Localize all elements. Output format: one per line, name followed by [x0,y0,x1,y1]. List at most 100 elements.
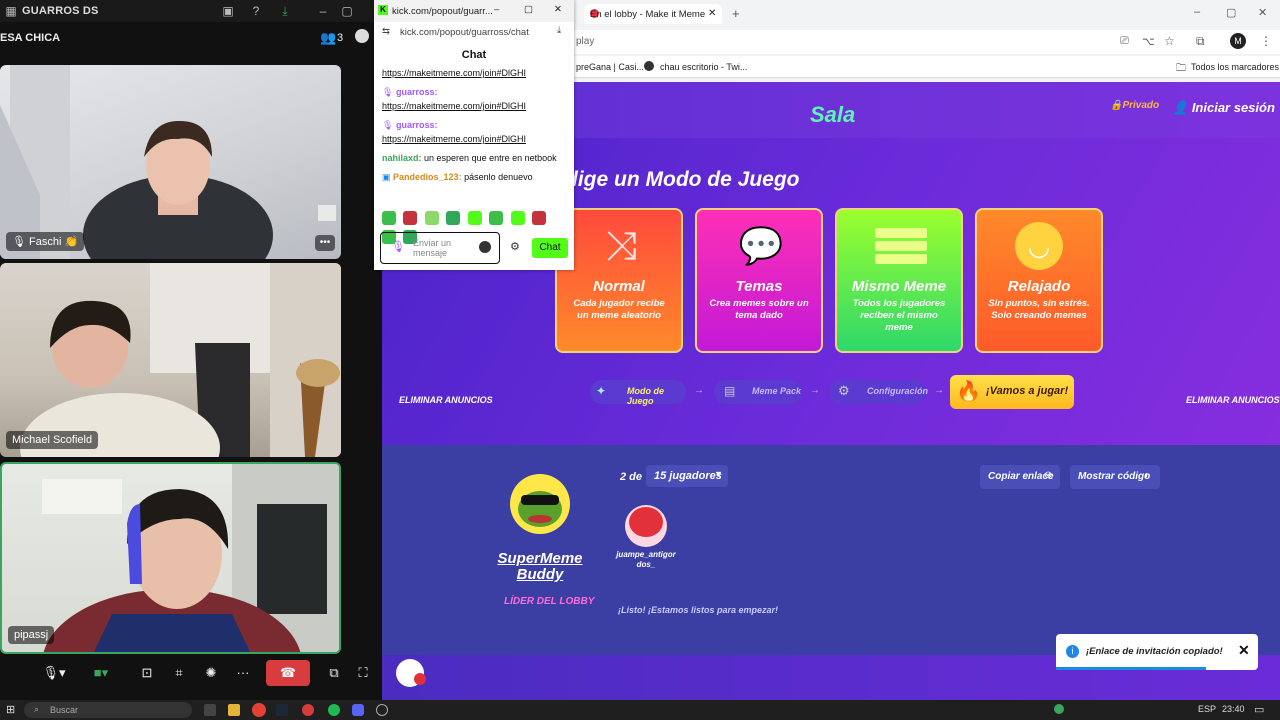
popout-icon[interactable]: ⧉ [324,660,344,686]
screen-share-icon[interactable]: ⊡ [136,660,158,686]
maximize-icon[interactable]: ▢ [339,3,355,19]
language-indicator[interactable]: ESP [1198,704,1216,714]
taskbar-app-icon[interactable] [204,704,216,716]
step-game-mode[interactable]: ✦ Modo de Juego [590,380,686,406]
all-bookmarks[interactable]: Todos los marcadores [1191,62,1279,72]
clock[interactable]: 23:40 [1222,704,1245,714]
mode-card-mismo-meme[interactable]: Mismo Meme Todos los jugadores reciben e… [835,208,963,353]
call-controls: 🎙▾ ■▾ ⊡ ⌗ ✺ ··· ☎ ⧉ ⛶ [0,654,382,692]
star-icon[interactable]: ☆ [1164,34,1175,48]
show-code-button[interactable]: Mostrar código ◐ [1070,465,1160,489]
more-options-icon[interactable]: ••• [315,235,335,251]
mode-title: Relajado [1007,278,1071,295]
download-icon[interactable]: ⤓ [277,3,293,19]
mic-toggle-icon[interactable]: 🎙▾ [36,660,72,686]
more-icon[interactable]: ··· [232,660,254,686]
app-icon[interactable] [302,704,314,716]
emote-icon[interactable] [403,211,418,225]
emote-icon[interactable] [467,211,482,225]
message-link[interactable]: https://makeitmeme.com/join#DlGHI [382,68,526,78]
message-link[interactable]: https://makeitmeme.com/join#DlGHI [382,101,526,111]
info-icon: i [1066,645,1079,658]
app-icon[interactable] [376,704,388,716]
chat-send-button[interactable]: Chat [532,238,568,258]
mode-card-normal[interactable]: ⤨ Normal Cada jugador recibe un meme ale… [555,208,683,353]
steam-icon[interactable] [276,704,288,716]
folder-icon[interactable] [228,704,240,716]
windows-start-icon[interactable]: ⊞ [6,703,15,716]
chat-input[interactable]: 🎙 Enviar un mensaje [380,232,500,264]
emote-icon[interactable] [446,211,461,225]
close-icon[interactable]: ✕ [1238,642,1250,659]
hang-up-icon[interactable]: ☎ [266,660,310,686]
browser-tab[interactable]: En el lobby - Make it Meme ✕ [584,4,722,24]
address-bar[interactable]: play ⎚ ⌥ ☆ ⧉ M ⋮ [574,30,1280,54]
extensions-icon[interactable]: ⧉ [1196,34,1205,49]
emote-icon[interactable] [510,211,525,225]
minimize-icon[interactable]: – [315,3,331,19]
emote-icon[interactable] [382,211,396,225]
chat-url-bar[interactable]: ⇆ kick.com/popout/guarross/chat ⤓ [374,22,574,42]
spotify-icon[interactable] [328,704,340,716]
remove-ads-right[interactable]: ELIMINAR ANUNCIOS [1186,395,1280,405]
chat-username[interactable]: guarross: [396,87,438,97]
menu-icon[interactable]: ⋮ [1260,34,1272,48]
close-icon[interactable]: ✕ [554,4,562,15]
video-tile-2[interactable]: Michael Scofield [0,263,341,457]
mode-card-relajado[interactable]: ◡ Relajado Sin puntos, sin estrés. Solo … [975,208,1103,353]
maximize-icon[interactable]: ▢ [1226,6,1236,19]
emote-icon[interactable] [489,211,504,225]
emoji-icon[interactable] [479,241,491,253]
bookmark-item[interactable]: preGana | Casi... [576,62,644,72]
mode-title: Normal [593,278,645,295]
taskbar-search[interactable]: ⌕ Buscar [24,702,192,718]
discord-icon[interactable] [352,704,364,716]
close-window-icon[interactable]: ✕ [1258,6,1267,19]
translate-icon[interactable]: ⌥ [1142,35,1155,48]
remove-ads-left[interactable]: ELIMINAR ANUNCIOS [399,395,493,405]
chrome-icon[interactable] [252,703,266,717]
step-meme-pack[interactable]: ▤ Meme Pack [714,380,802,404]
settings-gear-icon[interactable]: ⚙ [510,240,520,253]
chat-username[interactable]: Pandedios_123: [393,172,462,182]
screen-icon[interactable]: ▣ [220,3,236,19]
people-icon[interactable]: 👥 [320,30,336,46]
play-button[interactable]: 🔥 ¡Vamos a jugar! [950,375,1074,409]
shuffle-icon: ⤨ [605,224,637,268]
room-title: Sala [810,102,856,127]
new-tab-icon[interactable]: + [732,6,740,21]
mode-desc: Todos los jugadores reciben el mismo mem… [852,298,946,333]
download-icon[interactable]: ⤓ [557,25,561,36]
login-link[interactable]: 👤 Iniciar sesión [1172,100,1275,116]
cast-icon[interactable]: ⎚ [1120,35,1129,48]
minimize-icon[interactable]: – [1194,6,1200,18]
video-tile-3[interactable]: pipassj [0,462,341,654]
fullscreen-icon[interactable]: ⛶ [353,660,373,686]
mode-card-temas[interactable]: 💬 Temas Crea memes sobre un tema dado [695,208,823,353]
chat-url: kick.com/popout/guarross/chat [400,27,529,38]
minimize-icon[interactable]: – [494,4,499,15]
close-tab-icon[interactable]: ✕ [708,8,716,19]
help-icon[interactable]: ? [248,3,264,19]
camera-toggle-icon[interactable]: ■▾ [82,660,120,686]
kick-logo-icon: K [378,5,388,15]
soundboard-icon[interactable]: ✺ [200,660,222,686]
notification-icon[interactable]: ▭ [1254,703,1264,716]
profile-avatar[interactable]: M [1230,33,1246,49]
emote-icon[interactable] [532,211,547,225]
chat-bubble-icon[interactable] [396,659,426,687]
chat-username[interactable]: guarross: [396,120,438,130]
tray-icon[interactable] [1054,704,1064,714]
site-info-icon[interactable]: ⇆ [382,26,390,37]
chat-bubble-icon[interactable] [355,29,369,43]
emote-icon[interactable] [424,211,439,225]
video-tile-1[interactable]: 🎙 Faschi 👏 ••• [0,65,341,259]
bookmark-item[interactable]: chau escritorio - Twi... [660,62,747,72]
copy-link-button[interactable]: Copiar enlace ⊘ [980,465,1060,489]
activities-icon[interactable]: ⌗ [168,660,190,686]
step-configuration[interactable]: ⚙ Configuración [830,380,928,404]
players-dropdown[interactable]: 15 jugadores ▼ [646,465,728,487]
chat-username[interactable]: nahilaxd: [382,153,422,163]
maximize-icon[interactable]: ▢ [524,4,533,15]
message-link[interactable]: https://makeitmeme.com/join#DlGHI [382,134,526,144]
